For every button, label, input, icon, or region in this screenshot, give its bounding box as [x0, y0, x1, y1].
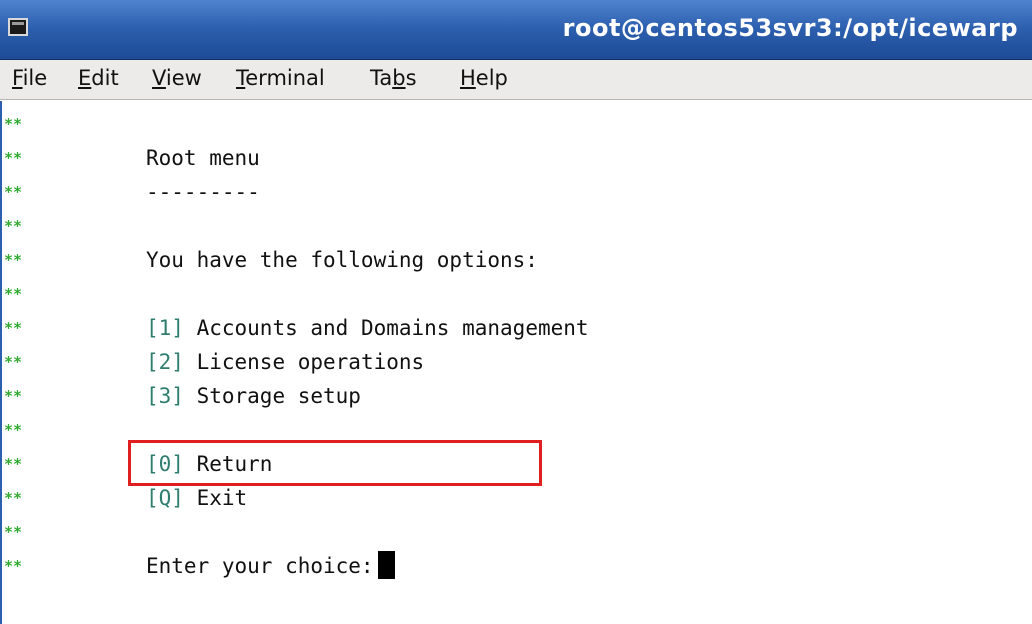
- menu-terminal[interactable]: Terminal: [236, 66, 325, 90]
- line-prefix: **: [4, 217, 23, 235]
- option-key: [Q]: [146, 486, 184, 510]
- option-label: Storage setup: [196, 384, 361, 408]
- line-prefix: **: [4, 319, 23, 337]
- line-prefix: **: [4, 353, 23, 371]
- option-label: Exit: [196, 486, 248, 510]
- option-q: [Q] Exit: [146, 481, 247, 515]
- menu-view[interactable]: View: [152, 66, 202, 90]
- option-key: [1]: [146, 316, 184, 340]
- option-2: [2] License operations: [146, 345, 424, 379]
- highlight-box: [128, 440, 542, 486]
- menu-help[interactable]: Help: [460, 66, 508, 90]
- menu-title: Root menu: [146, 146, 260, 170]
- option-key: [3]: [146, 384, 184, 408]
- option-3: [3] Storage setup: [146, 379, 361, 413]
- terminal-output[interactable]: ** ** Root menu ** --------- ** ** You have…: [0, 101, 1032, 624]
- intro-text: You have the following options:: [146, 248, 538, 272]
- option-label: Accounts and Domains management: [196, 316, 589, 340]
- line-prefix: **: [4, 285, 23, 303]
- text-cursor[interactable]: [377, 551, 395, 579]
- option-label: License operations: [196, 350, 425, 374]
- prompt-text: Enter your choice:: [146, 554, 374, 578]
- choice-prompt: Enter your choice:: [146, 549, 395, 583]
- line-prefix: **: [4, 115, 23, 133]
- line-prefix: **: [4, 387, 23, 405]
- terminal-icon[interactable]: [8, 18, 28, 36]
- line-prefix: **: [4, 251, 23, 269]
- line-prefix: **: [4, 489, 23, 507]
- option-1: [1] Accounts and Domains management: [146, 311, 589, 345]
- menu-edit[interactable]: Edit: [78, 66, 119, 90]
- line-prefix: **: [4, 421, 23, 439]
- line-prefix: **: [4, 149, 23, 167]
- line-prefix: **: [4, 523, 23, 541]
- option-key: [2]: [146, 350, 184, 374]
- line-prefix: **: [4, 455, 23, 473]
- menu-file[interactable]: File: [12, 66, 47, 90]
- title-underline: ---------: [146, 180, 260, 204]
- menu-tabs[interactable]: Tabs: [370, 66, 417, 90]
- line-prefix: **: [4, 183, 23, 201]
- window-title: root@centos53svr3:/opt/icewarp: [562, 14, 1018, 42]
- title-bar[interactable]: root@centos53svr3:/opt/icewarp: [0, 0, 1032, 60]
- line-prefix: **: [4, 557, 23, 575]
- menu-bar: File Edit View Terminal Tabs Help: [0, 60, 1032, 100]
